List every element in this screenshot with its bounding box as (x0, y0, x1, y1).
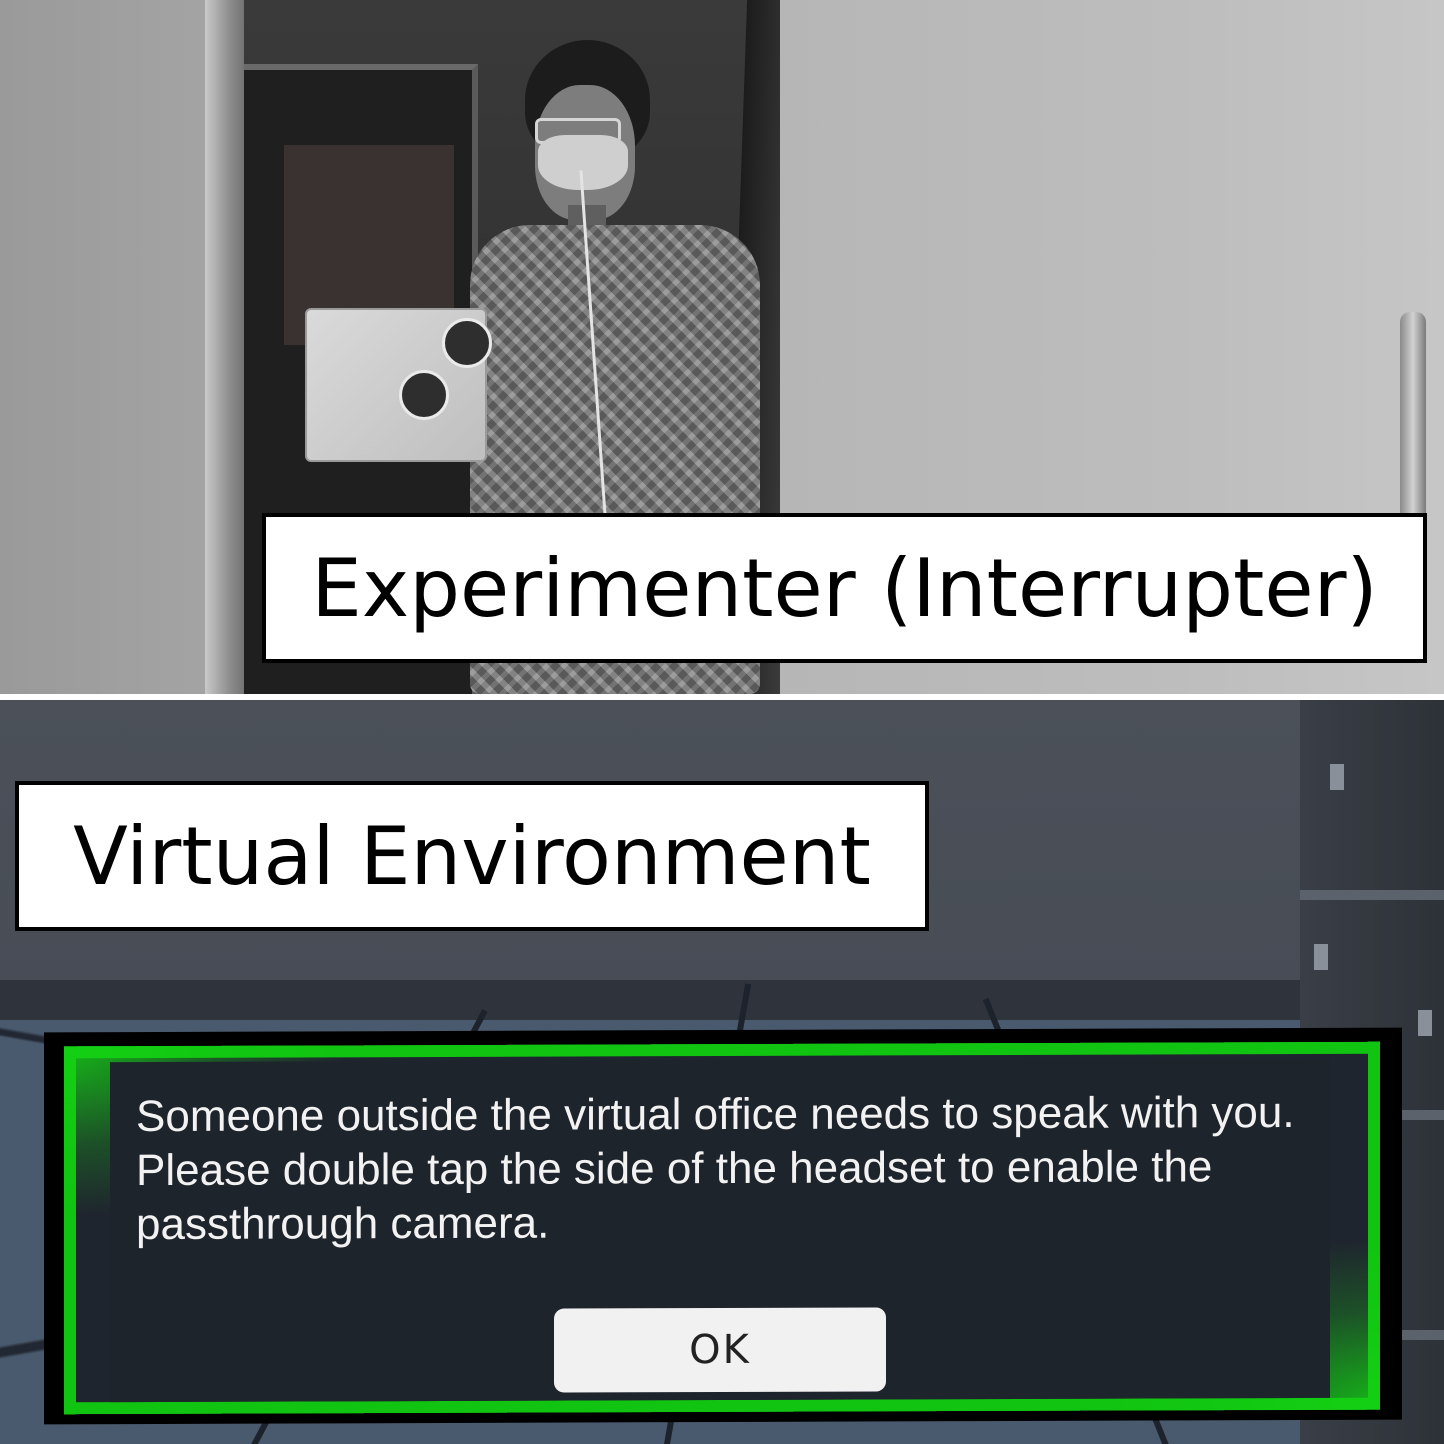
virtual-environment-label: Virtual Environment (15, 781, 929, 931)
cabinet-shelf (1300, 890, 1444, 900)
interruption-dialog: Someone outside the virtual office needs… (44, 1027, 1402, 1425)
cabinet-handle (1314, 944, 1328, 970)
door-handle (1400, 312, 1426, 542)
hallway-wall (0, 0, 215, 694)
cabinet-handle (1418, 1010, 1432, 1036)
passthrough-camera-view: Experimenter (Interrupter) (0, 0, 1444, 694)
door-frame (205, 0, 247, 694)
cabinet-handle (1330, 764, 1344, 790)
experimenter-label: Experimenter (Interrupter) (262, 513, 1427, 663)
laptop-sticker (399, 370, 449, 420)
laptop (305, 308, 492, 462)
ok-button[interactable]: OK (554, 1307, 886, 1393)
dialog-message: Someone outside the virtual office needs… (136, 1088, 1295, 1250)
laptop-sticker (442, 318, 492, 368)
